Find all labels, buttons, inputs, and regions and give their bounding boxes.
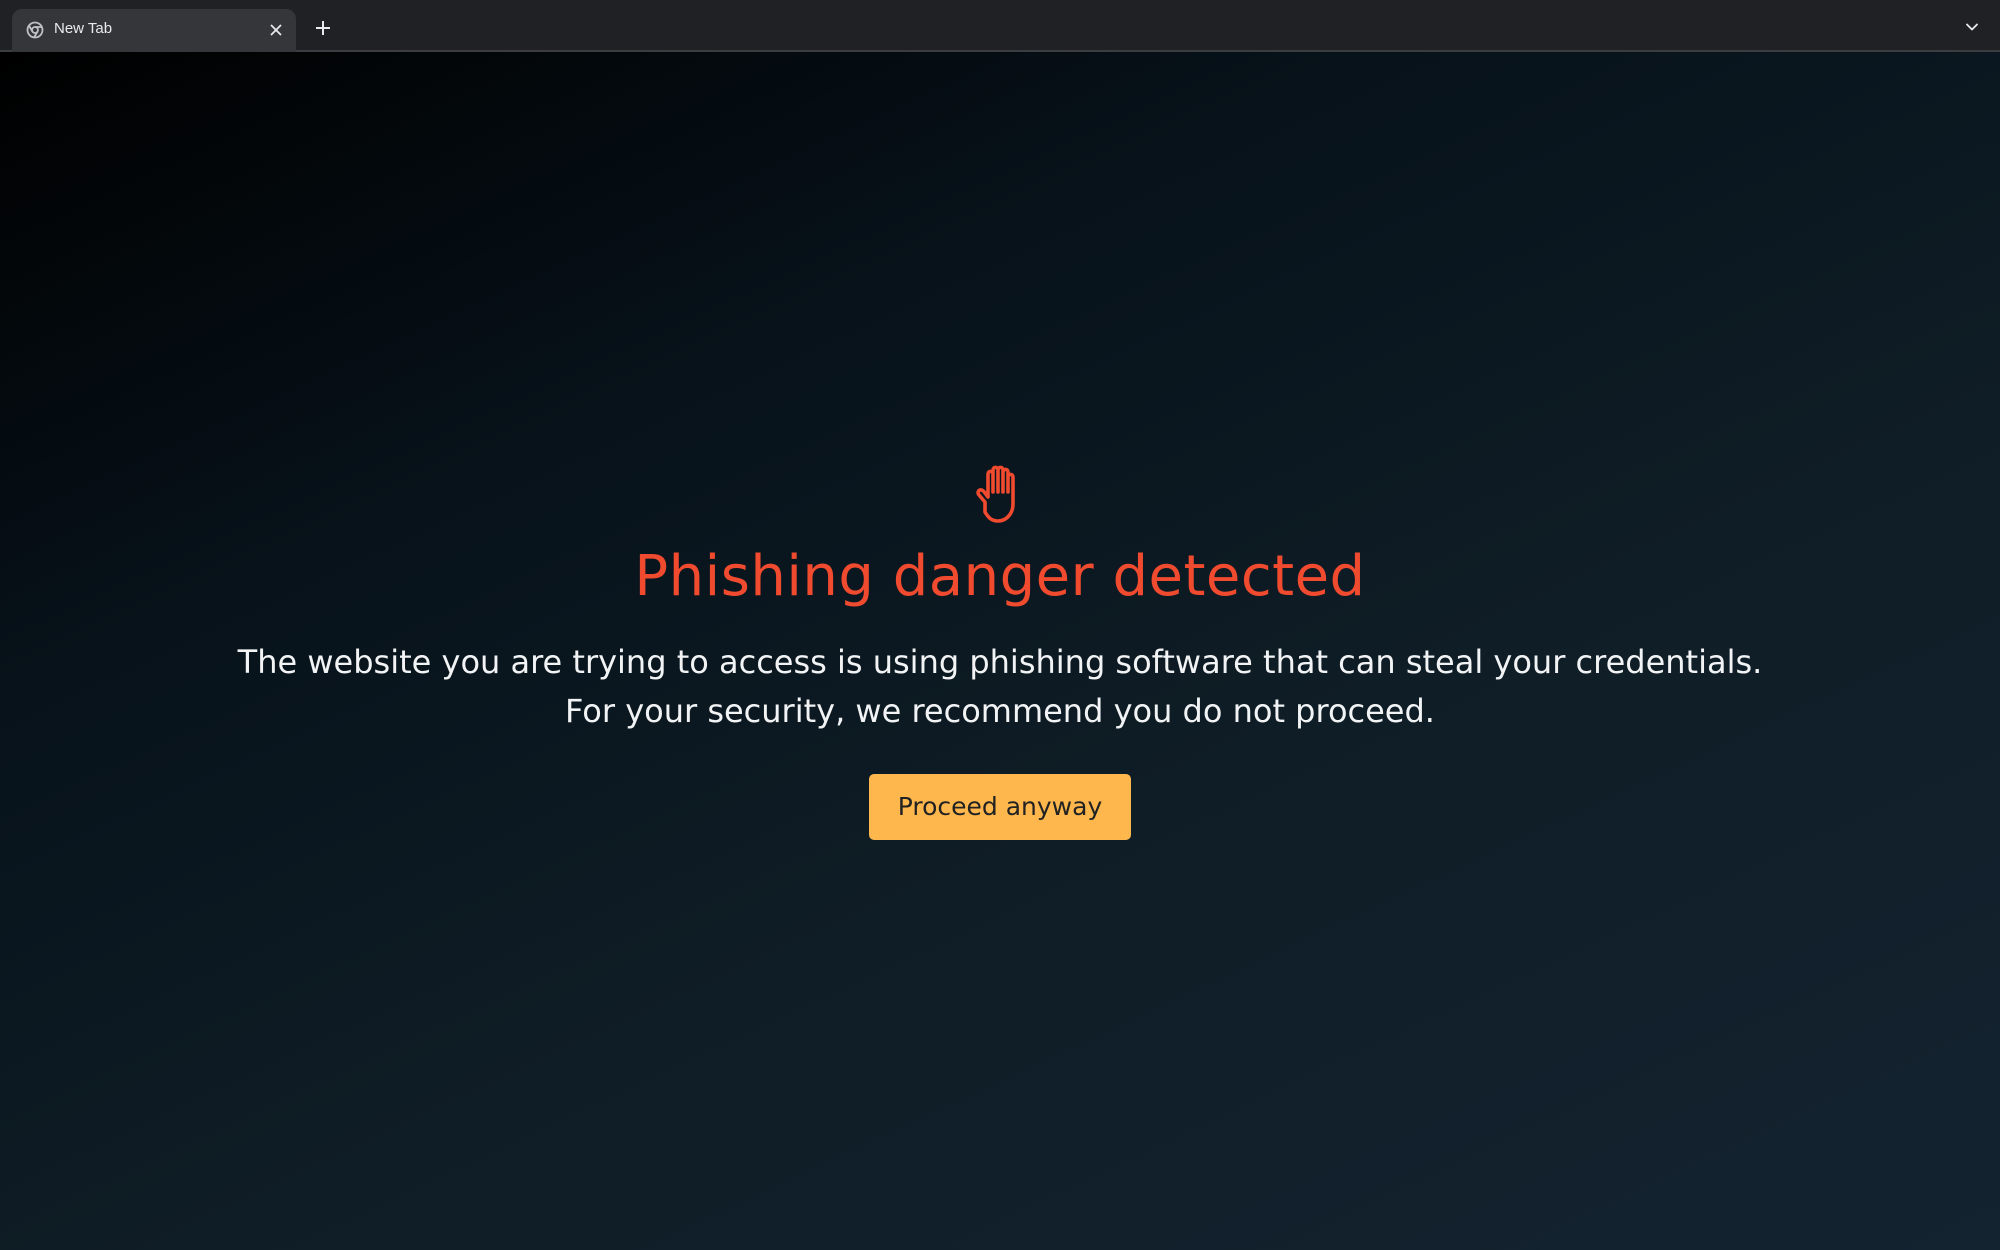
new-tab-button[interactable] [309,16,337,44]
warning-message-line-2: For your security, we recommend you do n… [565,692,1435,730]
chrome-icon [26,21,44,39]
warning-message-line-1: The website you are trying to access is … [237,643,1763,681]
proceed-anyway-button[interactable]: Proceed anyway [869,774,1131,840]
close-icon[interactable] [266,20,286,40]
phishing-warning: Phishing danger detected The website you… [0,462,2000,840]
browser-window: New Tab Phishing danger detected The web… [0,0,2000,1250]
page-content: Phishing danger detected The website you… [0,52,2000,1250]
chevron-down-icon [1964,19,1980,39]
tab-title: New Tab [54,20,113,37]
tab-search-button[interactable] [1960,17,1984,41]
tab-strip: New Tab [0,0,2000,52]
warning-message: The website you are trying to access is … [0,638,2000,736]
warning-title: Phishing danger detected [634,544,1366,609]
plus-icon [314,19,332,41]
hand-stop-icon [968,462,1032,526]
tab-new-tab[interactable]: New Tab [12,9,296,52]
